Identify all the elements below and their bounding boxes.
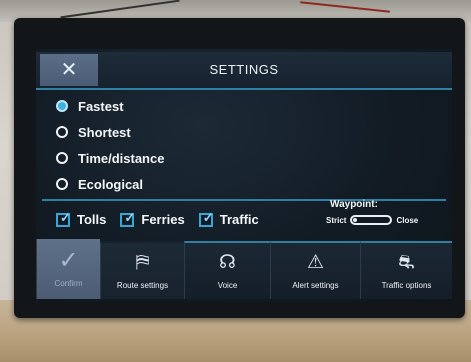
route-settings-icon: ⛿ — [135, 251, 150, 273]
tab-voice[interactable]: ☊ Voice — [184, 241, 270, 299]
checkbox-checked-icon: ✓ — [120, 210, 135, 227]
option-label: Ferries — [141, 212, 185, 227]
tab-traffic-options[interactable]: ⛐ Traffic options — [360, 241, 452, 299]
option-traffic[interactable]: ✓ Traffic — [198, 210, 259, 227]
option-tolls[interactable]: ✓ Tolls — [56, 210, 107, 227]
radio-unselected-icon — [56, 126, 68, 138]
radio-unselected-icon — [56, 152, 68, 164]
waypoint-close-label: Close — [396, 215, 419, 225]
route-option-label: Fastest — [78, 98, 124, 114]
waypoint-strict-label: Strict — [326, 215, 347, 225]
tab-label: Voice — [217, 280, 238, 290]
avoid-options-row: ✓ Tolls ✓ Ferries ✓ Traffic — [56, 210, 273, 227]
checkbox-checked-icon: ✓ — [198, 210, 214, 227]
route-type-list: Fastest Shortest Time/distance Ecologica… — [56, 93, 164, 197]
tab-route-settings[interactable]: ⛿ Route settings — [100, 241, 184, 299]
option-label: Traffic — [219, 212, 259, 227]
page-title: SETTINGS — [209, 62, 279, 77]
tab-label: Alert settings — [292, 280, 339, 290]
traffic-icon: ⛐ — [398, 251, 415, 273]
waypoint-label: Waypoint: — [330, 199, 378, 210]
warning-icon: ⚠ — [306, 251, 325, 273]
waypoint-slider[interactable] — [350, 215, 393, 225]
checkmark-icon: ✓ — [58, 246, 79, 274]
route-option-fastest[interactable]: Fastest — [56, 93, 164, 119]
tab-label: Traffic options — [381, 280, 432, 290]
route-option-label: Time/distance — [78, 150, 165, 166]
bottom-tab-bar: ✓ Confirm ⛿ Route settings ☊ Voice ⚠ Ale… — [36, 239, 452, 302]
waypoint-control: Waypoint: Strict Close — [326, 199, 448, 225]
slider-knob[interactable] — [353, 218, 358, 222]
waypoint-slider-row: Strict Close — [326, 215, 448, 225]
tab-label: Confirm — [54, 278, 83, 288]
voice-icon: ☊ — [219, 251, 236, 273]
radio-selected-icon — [56, 100, 68, 112]
tab-label: Route settings — [116, 280, 169, 290]
radio-unselected-icon — [56, 178, 68, 190]
route-option-ecological[interactable]: Ecological — [56, 171, 164, 197]
checkbox-checked-icon: ✓ — [56, 210, 71, 227]
nav-screen: ✕ SETTINGS Fastest Shortest Time/distanc… — [36, 49, 452, 302]
confirm-button[interactable]: ✓ Confirm — [36, 239, 100, 299]
tab-alert-settings[interactable]: ⚠ Alert settings — [270, 241, 360, 299]
route-option-shortest[interactable]: Shortest — [56, 119, 164, 145]
option-ferries[interactable]: ✓ Ferries — [120, 210, 185, 227]
route-option-label: Ecological — [78, 176, 144, 192]
title-bar: ✕ SETTINGS — [36, 52, 452, 90]
route-option-label: Shortest — [78, 124, 131, 140]
option-label: Tolls — [77, 212, 107, 227]
route-option-time-distance[interactable]: Time/distance — [56, 145, 164, 171]
